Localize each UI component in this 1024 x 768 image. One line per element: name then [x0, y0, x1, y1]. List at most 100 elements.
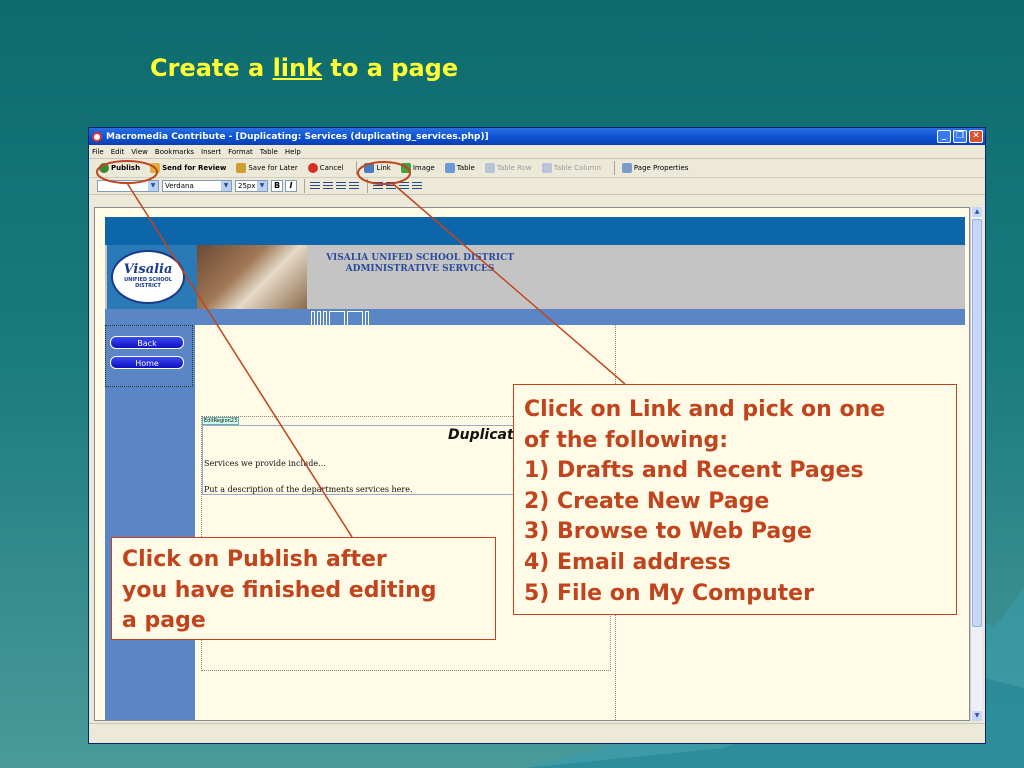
table-column-icon	[541, 163, 552, 173]
logo-subtitle: UNIFIED SCHOOL DISTRICT	[124, 277, 172, 289]
link-callout-line: 4) Email address	[524, 549, 731, 575]
link-callout-line: 1) Drafts and Recent Pages	[524, 458, 864, 484]
publish-callout: Click on Publish after you have finished…	[111, 537, 496, 640]
cancel-label: Cancel	[319, 164, 344, 172]
table-icon	[444, 163, 455, 173]
district-logo: Visalia UNIFIED SCHOOL DISTRICT	[111, 250, 185, 304]
indent-icon[interactable]	[412, 181, 422, 191]
outdent-icon[interactable]	[399, 181, 409, 191]
cancel-button[interactable]: Cancel	[306, 161, 346, 176]
link-button[interactable]: Link	[362, 161, 392, 176]
scroll-up-icon[interactable]: ▲	[972, 207, 982, 217]
menu-file[interactable]: File	[92, 148, 104, 156]
menu-format[interactable]: Format	[228, 148, 253, 156]
numbered-list-icon[interactable]	[373, 181, 383, 191]
scroll-down-icon[interactable]: ▼	[972, 711, 982, 721]
chevron-down-icon: ▼	[257, 181, 267, 191]
review-icon	[150, 163, 161, 173]
description-text[interactable]: Put a description of the departments ser…	[204, 485, 413, 494]
close-button[interactable]: ✕	[969, 130, 983, 143]
table-column-label: Table Column	[553, 164, 601, 172]
style-select[interactable]: ▼	[97, 180, 159, 192]
table-column-button[interactable]: Table Column	[540, 161, 603, 176]
district-name: VISALIA UNIFED SCHOOL DISTRICT ADMINISTR…	[310, 253, 530, 275]
menu-view[interactable]: View	[131, 148, 148, 156]
toolbar-separator	[613, 161, 615, 175]
page-properties-label: Page Properties	[633, 164, 689, 172]
maximize-button[interactable]: ❐	[953, 130, 967, 143]
bullet-list-icon[interactable]	[386, 181, 396, 191]
menu-edit[interactable]: Edit	[111, 148, 125, 156]
services-text[interactable]: Services we provide include...	[204, 459, 326, 468]
publish-button[interactable]: Publish	[97, 161, 142, 176]
link-callout: Click on Link and pick on one of the fol…	[513, 384, 957, 615]
vertical-scrollbar[interactable]: ▲ ▼	[970, 207, 982, 721]
scrollbar-thumb[interactable]	[972, 219, 982, 627]
align-justify-icon[interactable]	[349, 181, 359, 191]
logo-name: Visalia	[123, 262, 173, 277]
left-nav: Back Home	[105, 325, 195, 720]
format-toolbar: ▼ Verdana ▼ 25px ▼ B I	[89, 178, 985, 195]
title-link-word: link	[272, 54, 323, 82]
publish-callout-line: Click on Publish after	[122, 547, 387, 572]
link-label: Link	[376, 164, 391, 172]
main-toolbar: Publish Send for Review Save for Later C…	[89, 159, 985, 178]
title-suffix: to a page	[322, 54, 459, 82]
table-row-icon	[484, 163, 495, 173]
menu-help[interactable]: Help	[285, 148, 301, 156]
image-button[interactable]: Image	[399, 161, 437, 176]
students-photo	[197, 245, 307, 309]
link-callout-line: Click on Link and pick on one	[524, 397, 886, 422]
save-for-later-label: Save for Later	[248, 164, 298, 172]
send-for-review-label: Send for Review	[162, 164, 227, 172]
window-titlebar[interactable]: Macromedia Contribute - [Duplicating: Se…	[89, 128, 985, 145]
size-select[interactable]: 25px ▼	[235, 180, 268, 192]
link-callout-line: 3) Browse to Web Page	[524, 519, 812, 545]
publish-callout-line: you have finished editing	[122, 577, 437, 603]
publish-label: Publish	[111, 164, 141, 172]
align-left-icon[interactable]	[310, 181, 320, 191]
font-select[interactable]: Verdana ▼	[162, 180, 232, 192]
menu-insert[interactable]: Insert	[201, 148, 221, 156]
publish-callout-line: a page	[122, 608, 206, 633]
toolbar-separator	[356, 161, 358, 175]
back-button[interactable]: Back	[110, 336, 184, 349]
app-icon	[92, 131, 102, 142]
menu-bar: File Edit View Bookmarks Insert Format T…	[89, 145, 985, 159]
status-bar	[89, 723, 985, 743]
menu-table[interactable]: Table	[260, 148, 278, 156]
align-center-icon[interactable]	[323, 181, 333, 191]
italic-button[interactable]: I	[285, 180, 297, 192]
table-label: Table	[456, 164, 475, 172]
image-label: Image	[412, 164, 435, 172]
site-header: Visalia UNIFIED SCHOOL DISTRICT VISALIA …	[105, 245, 965, 309]
table-button[interactable]: Table	[443, 161, 477, 176]
globe-icon	[99, 163, 109, 173]
toolbar-separator	[304, 179, 305, 193]
save-icon	[236, 163, 247, 173]
district-name-line2: ADMINISTRATIVE SERVICES	[345, 264, 495, 274]
link-icon	[364, 163, 375, 173]
send-for-review-button[interactable]: Send for Review	[148, 161, 228, 176]
cancel-x-icon	[307, 163, 318, 173]
logo-area: Visalia UNIFIED SCHOOL DISTRICT	[107, 245, 197, 309]
link-callout-line: of the following:	[524, 427, 729, 453]
home-button[interactable]: Home	[110, 356, 184, 369]
align-right-icon[interactable]	[336, 181, 346, 191]
nav-box: Back Home	[105, 325, 193, 387]
size-select-value: 25px	[238, 182, 256, 190]
toolbar-separator	[367, 179, 368, 193]
save-for-later-button[interactable]: Save for Later	[234, 161, 299, 176]
window-title: Macromedia Contribute - [Duplicating: Se…	[106, 131, 489, 142]
page-properties-button[interactable]: Page Properties	[620, 161, 691, 176]
header-bars-decoration	[311, 311, 371, 325]
minimize-button[interactable]: _	[937, 130, 951, 143]
bold-button[interactable]: B	[271, 180, 283, 192]
menu-bookmarks[interactable]: Bookmarks	[155, 148, 194, 156]
table-row-button[interactable]: Table Row	[483, 161, 534, 176]
page-properties-icon	[621, 163, 632, 173]
edit-region-tag: EditRegion23	[202, 417, 240, 425]
chevron-down-icon: ▼	[148, 181, 158, 191]
image-icon	[400, 163, 411, 173]
site-top-bar	[105, 217, 965, 245]
